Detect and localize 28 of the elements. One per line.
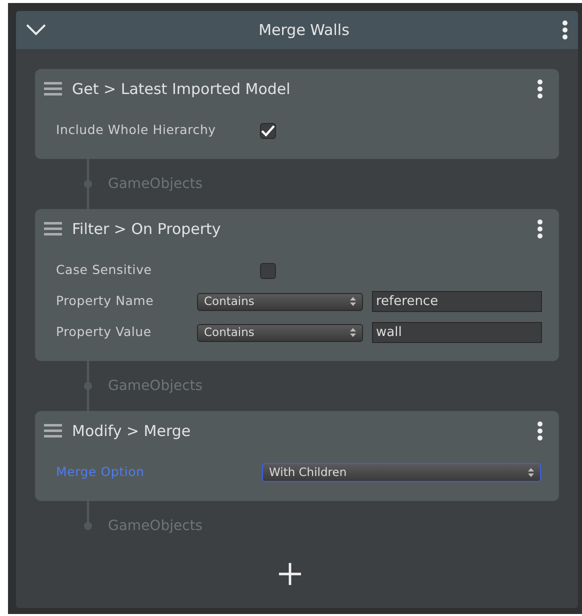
text-field[interactable]: wall bbox=[372, 322, 542, 343]
more-icon[interactable] bbox=[537, 219, 543, 239]
field-label: Property Value bbox=[56, 323, 152, 342]
dropdown[interactable]: Contains bbox=[197, 324, 363, 342]
drag-handle-icon[interactable] bbox=[44, 222, 62, 236]
more-icon[interactable] bbox=[562, 20, 568, 40]
step-title: Modify > Merge bbox=[72, 420, 192, 442]
step-title: Get > Latest Imported Model bbox=[72, 78, 292, 100]
dropdown[interactable]: Contains bbox=[197, 292, 363, 310]
stepper-icon bbox=[350, 328, 356, 337]
text-field[interactable]: reference bbox=[372, 291, 542, 312]
drag-handle-icon[interactable] bbox=[44, 82, 62, 96]
field-label: Merge Option bbox=[56, 463, 146, 482]
dropdown[interactable]: With Children bbox=[262, 463, 541, 482]
add-button[interactable] bbox=[279, 563, 301, 585]
stepper-icon bbox=[350, 297, 356, 306]
panel-title: Merge Walls bbox=[258, 20, 350, 41]
field-label: Include Whole Hierarchy bbox=[56, 121, 217, 140]
step-title: Filter > On Property bbox=[72, 218, 222, 240]
more-icon[interactable] bbox=[537, 421, 543, 441]
more-icon[interactable] bbox=[537, 79, 543, 99]
chevron-icon[interactable] bbox=[26, 24, 46, 36]
checkbox[interactable] bbox=[260, 122, 276, 138]
stepper-icon bbox=[528, 468, 534, 477]
drag-handle-icon[interactable] bbox=[44, 424, 62, 438]
checkbox[interactable] bbox=[260, 262, 276, 278]
field-label: Property Name bbox=[56, 292, 155, 310]
field-label: Case Sensitive bbox=[56, 261, 153, 280]
